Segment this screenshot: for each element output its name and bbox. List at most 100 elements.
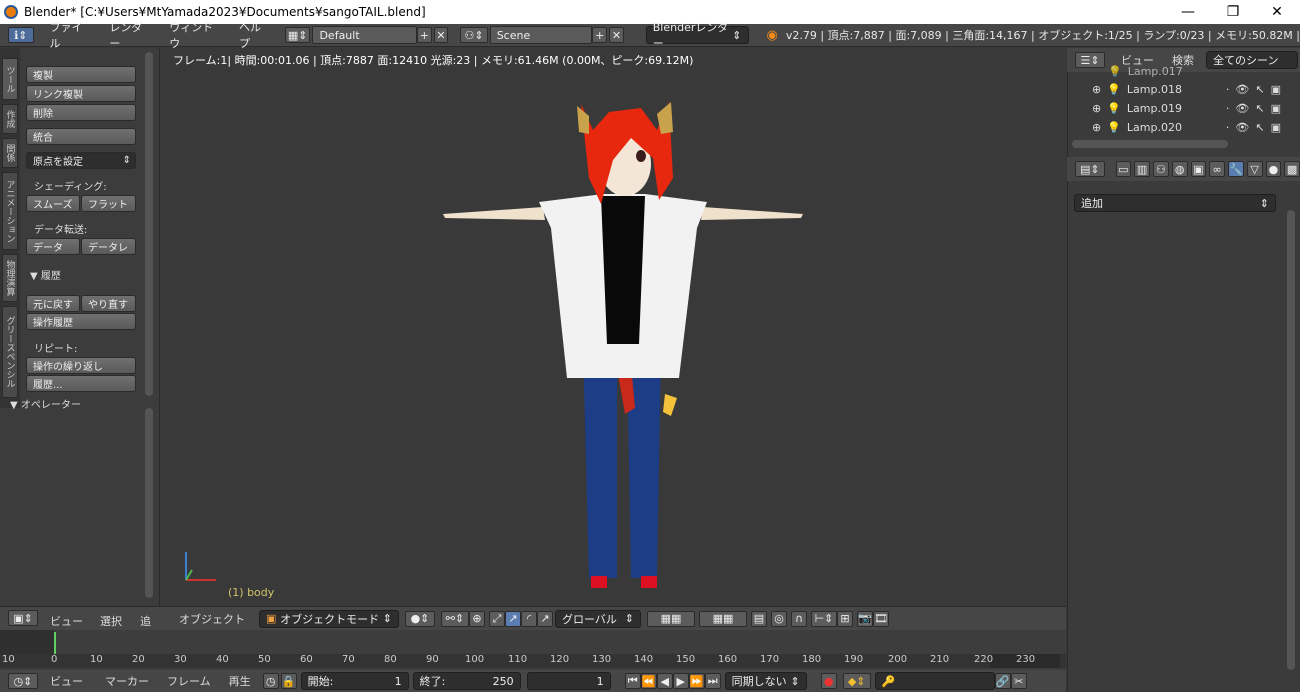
menu-view[interactable]: ビュー: [50, 613, 83, 629]
keying-set-icon[interactable]: ◆⇕: [842, 673, 871, 689]
add-scene-icon[interactable]: +: [592, 27, 608, 43]
insert-keyframe-icon[interactable]: 🔗: [994, 673, 1011, 689]
maximize-button[interactable]: ❐: [1210, 0, 1256, 24]
render-tab-icon[interactable]: ▭: [1115, 161, 1132, 177]
snap-element-icon[interactable]: ⊢⇕: [811, 610, 837, 627]
timeline-menu-playback[interactable]: 再生: [229, 673, 251, 689]
properties-scrollbar[interactable]: [1287, 210, 1295, 670]
data-layout-button[interactable]: データレ: [81, 238, 136, 255]
minimize-button[interactable]: —: [1165, 0, 1211, 24]
object-tab-icon[interactable]: ▣: [1190, 161, 1207, 177]
tab-physics[interactable]: 物理演算: [2, 254, 18, 302]
lock-layers-icon[interactable]: ▤: [751, 610, 767, 627]
tab-create[interactable]: 作成: [2, 104, 18, 134]
visibility-icons[interactable]: ·👁↖▣: [1226, 83, 1287, 96]
join-button[interactable]: 統合: [26, 128, 136, 145]
menu-window[interactable]: ウィンドウ: [159, 19, 229, 51]
layer-buttons-2-icon[interactable]: ▦▦: [699, 610, 747, 627]
remove-scene-icon[interactable]: ✕: [609, 27, 624, 43]
opengl-anim-icon[interactable]: 🎞: [873, 610, 889, 627]
scene-tab-icon[interactable]: ⚇: [1153, 161, 1169, 177]
redo-button[interactable]: やり直す: [81, 295, 136, 312]
transform-icon[interactable]: ↗: [537, 610, 553, 627]
character-model[interactable]: [161, 68, 1066, 606]
translate-icon[interactable]: ⤢: [489, 610, 505, 627]
outliner-item[interactable]: ⊕ 💡 Lamp.020 ·👁↖▣: [1092, 118, 1287, 137]
undo-button[interactable]: 元に戻す: [26, 295, 80, 312]
jump-keyframe-forward-icon[interactable]: ⏩: [688, 673, 705, 689]
end-frame-field[interactable]: 終了: 250: [412, 672, 521, 690]
delete-button[interactable]: 削除: [26, 104, 136, 121]
play-icon[interactable]: ▶: [672, 673, 689, 689]
visibility-icons[interactable]: ·👁↖▣: [1226, 121, 1287, 134]
operator-panel-header[interactable]: ▼ オペレーター: [10, 396, 81, 411]
jump-end-icon[interactable]: ⏭: [704, 673, 721, 689]
repeat-last-button[interactable]: 操作の繰り返し: [26, 357, 136, 374]
timeline-menu-marker[interactable]: マーカー: [105, 673, 149, 689]
add-modifier-dropdown[interactable]: 追加 ⇕: [1074, 194, 1276, 212]
material-tab-icon[interactable]: ●: [1265, 161, 1282, 177]
flat-button[interactable]: フラット: [81, 195, 136, 212]
remove-layout-icon[interactable]: ✕: [433, 27, 449, 43]
menu-select[interactable]: 選択: [100, 613, 122, 629]
snap-magnet-icon[interactable]: ∩: [791, 610, 807, 627]
tab-grease-pencil[interactable]: グリースペンシル: [2, 306, 18, 398]
scene-icon[interactable]: ⚇⇕: [460, 27, 488, 43]
orientation-dropdown[interactable]: グローバル ⇕: [555, 609, 641, 628]
timeline-editor-icon[interactable]: ◷⇕: [8, 673, 38, 689]
menu-help[interactable]: ヘルプ: [229, 19, 279, 51]
tab-animation[interactable]: アニメーション: [2, 172, 18, 250]
record-icon[interactable]: ●: [820, 673, 837, 689]
timeline-menu-view[interactable]: ビュー: [50, 673, 83, 689]
snap-target-icon[interactable]: ⊞: [837, 610, 853, 627]
layers-tab-icon[interactable]: ▥: [1134, 161, 1150, 177]
constraints-tab-icon[interactable]: ∞: [1209, 161, 1225, 177]
opengl-render-icon[interactable]: 📷: [857, 610, 873, 627]
manipulator-icon[interactable]: ⊕: [469, 610, 485, 627]
jump-keyframe-back-icon[interactable]: ⏪: [640, 673, 657, 689]
shelf-scrollbar[interactable]: [145, 52, 153, 396]
menu-object[interactable]: オブジェクト: [179, 611, 245, 627]
outliner-item[interactable]: ⊕ 💡 Lamp.019 ·👁↖▣: [1092, 99, 1287, 118]
pivot-dropdown-icon[interactable]: ⚯⇕: [441, 610, 469, 627]
screen-layout-icon[interactable]: ▦⇕: [284, 27, 311, 43]
info-editor-type-icon[interactable]: ℹ⇕: [8, 27, 34, 43]
outliner-hscrollbar[interactable]: [1072, 140, 1228, 148]
keying-set-field[interactable]: 🔑: [874, 672, 995, 690]
properties-icon[interactable]: ▤⇕: [1075, 161, 1105, 177]
layout-field[interactable]: Default: [312, 26, 417, 44]
timeline-menu-frame[interactable]: フレーム: [167, 673, 211, 689]
jump-start-icon[interactable]: ⏮: [624, 673, 641, 689]
menu-render[interactable]: レンダー: [99, 19, 159, 51]
operator-scrollbar[interactable]: [145, 408, 153, 598]
tab-tools[interactable]: ツール: [2, 58, 18, 100]
outliner-item[interactable]: 💡 Lamp.017: [1092, 65, 1287, 77]
visibility-icons[interactable]: ·👁↖▣: [1226, 102, 1287, 115]
close-button[interactable]: ✕: [1254, 0, 1300, 24]
repeat-history-button[interactable]: 履歴...: [26, 375, 136, 392]
sync-dropdown[interactable]: 同期しない ⇕: [724, 672, 807, 690]
preview-range-icon[interactable]: ◷: [262, 673, 279, 689]
layer-buttons-icon[interactable]: ▦▦: [647, 610, 695, 627]
render-engine-dropdown[interactable]: Blenderレンダー ⇕: [645, 21, 749, 50]
modifiers-tab-icon[interactable]: 🔧: [1228, 161, 1244, 177]
rotate-icon[interactable]: ↗: [505, 610, 521, 627]
mode-dropdown[interactable]: ▣ オブジェクトモード ⇕: [259, 609, 399, 628]
lock-icon[interactable]: 🔒: [280, 673, 297, 689]
menu-file[interactable]: ファイル: [40, 19, 100, 51]
duplicate-button[interactable]: 複製: [26, 66, 136, 83]
data-tab-icon[interactable]: ▽: [1246, 161, 1263, 177]
shading-dropdown-icon[interactable]: ●⇕: [405, 610, 435, 627]
undo-history-button[interactable]: 操作履歴: [26, 313, 136, 330]
start-frame-field[interactable]: 開始: 1: [300, 672, 409, 690]
add-layout-icon[interactable]: +: [417, 27, 432, 43]
delete-keyframe-icon[interactable]: ✂: [1010, 673, 1027, 689]
outliner-item[interactable]: ⊕ 💡 Lamp.018 ·👁↖▣: [1092, 80, 1287, 99]
link-duplicate-button[interactable]: リンク複製: [26, 85, 136, 102]
scene-field[interactable]: Scene: [489, 26, 593, 44]
history-panel-header[interactable]: ▼ 履歴: [30, 267, 61, 282]
proportional-edit-icon[interactable]: ◎: [771, 610, 787, 627]
play-reverse-icon[interactable]: ◀: [656, 673, 673, 689]
tab-relations[interactable]: 関係: [2, 138, 18, 168]
3d-view-editor-icon[interactable]: ▣⇕: [8, 610, 38, 626]
